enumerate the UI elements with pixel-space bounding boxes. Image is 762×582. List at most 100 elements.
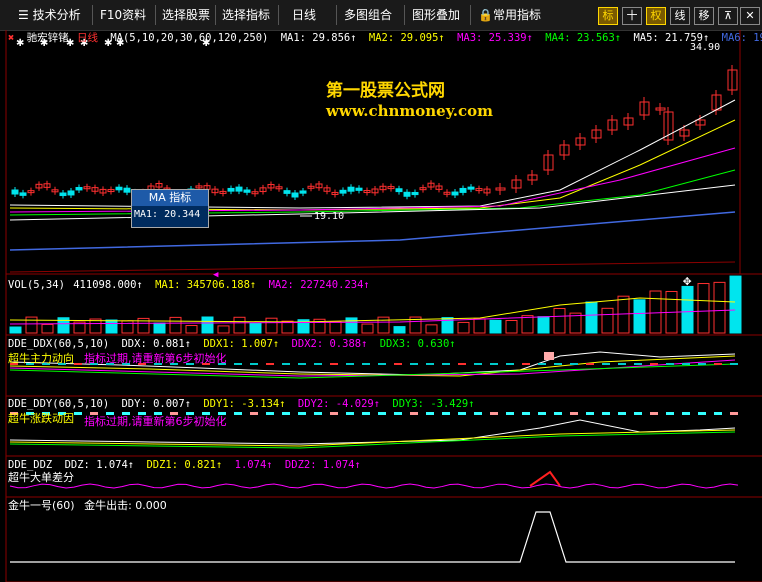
ddy-bar: [698, 412, 706, 415]
ddy-bar: [602, 412, 610, 415]
volume-bar: [489, 319, 502, 334]
candle-body: [459, 187, 467, 193]
menu-common-indicators[interactable]: 🔒常用指标: [474, 3, 545, 27]
volume-bar: [265, 317, 278, 334]
ddx-note: 指标过期,请重新第6步初始化: [84, 352, 227, 365]
ddy-bar: [506, 412, 514, 415]
ma2-value: MA2: 29.095↑: [368, 32, 445, 44]
vol-value: 411098.000↑: [73, 279, 143, 291]
ddz-value: DDZ: 1.074↑: [64, 459, 135, 471]
volume-bar: [585, 301, 598, 334]
divider: [404, 5, 405, 25]
volume-bar: [249, 322, 262, 334]
move-button[interactable]: 移: [694, 7, 714, 25]
ddy1-line: [9, 429, 736, 447]
watermark-title: 第一股票公式网: [326, 81, 445, 101]
ddx-bar: [586, 363, 594, 365]
ddy2-value: DDY2: -4.029↑: [297, 398, 381, 410]
ddx-title: 超牛主力动向: [8, 352, 74, 365]
ddy2-line: [9, 431, 736, 449]
crosshair-button[interactable]: 十: [622, 7, 642, 25]
ddx-bar: [378, 363, 386, 365]
ddy-bar: [442, 412, 450, 415]
ddx-bar: [730, 363, 738, 365]
menu-icon: ☰: [18, 8, 33, 22]
period-label: 日线: [76, 32, 98, 44]
volume-bar: [361, 323, 374, 334]
divider: [155, 5, 156, 25]
rights-adjust-button[interactable]: 权: [646, 7, 666, 25]
ddy-bar: [554, 412, 562, 415]
ma-params: MA(5,10,20,30,60,120,250): [110, 32, 269, 44]
ddy-bar: [650, 412, 658, 415]
ddx-highlight: [544, 352, 554, 360]
volume-bar: [153, 322, 166, 334]
volume-bar: [697, 283, 710, 334]
menu-tech-analysis[interactable]: ☰ 技术分析: [14, 3, 85, 27]
ddy-bar: [586, 412, 594, 415]
ddy-bar: [682, 412, 690, 415]
close-button[interactable]: ✕: [740, 7, 760, 25]
ddx-bar: [634, 363, 642, 365]
line-button[interactable]: 线: [670, 7, 690, 25]
candle-body: [67, 190, 75, 196]
main-legend: ✖ 驰宏锌锗 日线 MA(5,10,20,30,60,120,250) MA1:…: [8, 31, 762, 45]
volume-bar: [537, 316, 550, 334]
ddy-value: DDY: 0.007↑: [121, 398, 192, 410]
ddy-bar: [570, 412, 578, 415]
menu-period-daily[interactable]: 日线: [288, 3, 320, 27]
ddy-bar: [298, 412, 306, 415]
ddy-bar: [330, 412, 338, 415]
menu-multi-chart[interactable]: 多图组合: [340, 3, 396, 27]
ddx-bar: [314, 363, 322, 365]
volume-bar: [393, 326, 406, 334]
ddy-legend: DDE_DDY(60,5,10) DDY: 0.007↑ DDY1: -3.13…: [8, 397, 481, 411]
ddx2-value: DDX2: 0.388↑: [291, 338, 368, 350]
ddz-line: [9, 483, 739, 489]
vol-label: VOL(5,34): [8, 279, 65, 291]
ddx-bar: [362, 363, 370, 365]
volume-bar: [649, 290, 662, 334]
ma1-value: MA1: 29.856↑: [280, 32, 357, 44]
watermark-url: www.chnmoney.com: [326, 102, 493, 120]
divider: [215, 5, 216, 25]
ddx-bar: [250, 363, 258, 365]
ddy-bar: [410, 412, 418, 415]
ma6-value: MA6: 19.939↑: [721, 32, 762, 44]
ddx-bar: [714, 363, 722, 365]
menu-select-indicator[interactable]: 选择指标: [218, 3, 274, 27]
ddz1-value: DDZ1: 0.821↑: [146, 459, 223, 471]
volume-bar: [457, 321, 470, 334]
menu-f10[interactable]: F10资料: [96, 3, 150, 27]
volume-bar: [185, 325, 198, 334]
ddx-bar: [554, 363, 562, 365]
ddy-bar: [426, 412, 434, 415]
jn-signal-line: [10, 511, 735, 563]
divider: [336, 5, 337, 25]
ddy-bar: [346, 412, 354, 415]
ddx-bar: [474, 363, 482, 365]
vol-ma1: MA1: 345706.188↑: [155, 279, 257, 291]
ddy-bar: [234, 412, 242, 415]
jn-label: 金牛一号(60): [8, 499, 75, 512]
candle-body: [75, 187, 83, 191]
ddy-bar: [538, 412, 546, 415]
tooltip-value: MA1: 20.344: [134, 209, 201, 220]
candle-body: [299, 190, 307, 194]
candle-body: [115, 186, 123, 191]
restore-button[interactable]: ⊼: [718, 7, 738, 25]
menu-select-stock[interactable]: 选择股票: [158, 3, 214, 27]
ddx-bar: [394, 363, 402, 365]
candle-body: [355, 187, 363, 191]
ddx-bar: [602, 363, 610, 365]
menu-overlay[interactable]: 图形叠加: [408, 3, 464, 27]
x-icon: ✖: [8, 32, 15, 44]
divider: [92, 5, 93, 25]
candle-body: [339, 189, 347, 194]
ddx-bar: [666, 363, 674, 365]
low-price-label: 19.10: [314, 211, 345, 222]
candle-body: [291, 192, 299, 198]
ddx-bar: [442, 363, 450, 365]
mark-button[interactable]: 标: [598, 7, 618, 25]
ddy-bar: [378, 412, 386, 415]
